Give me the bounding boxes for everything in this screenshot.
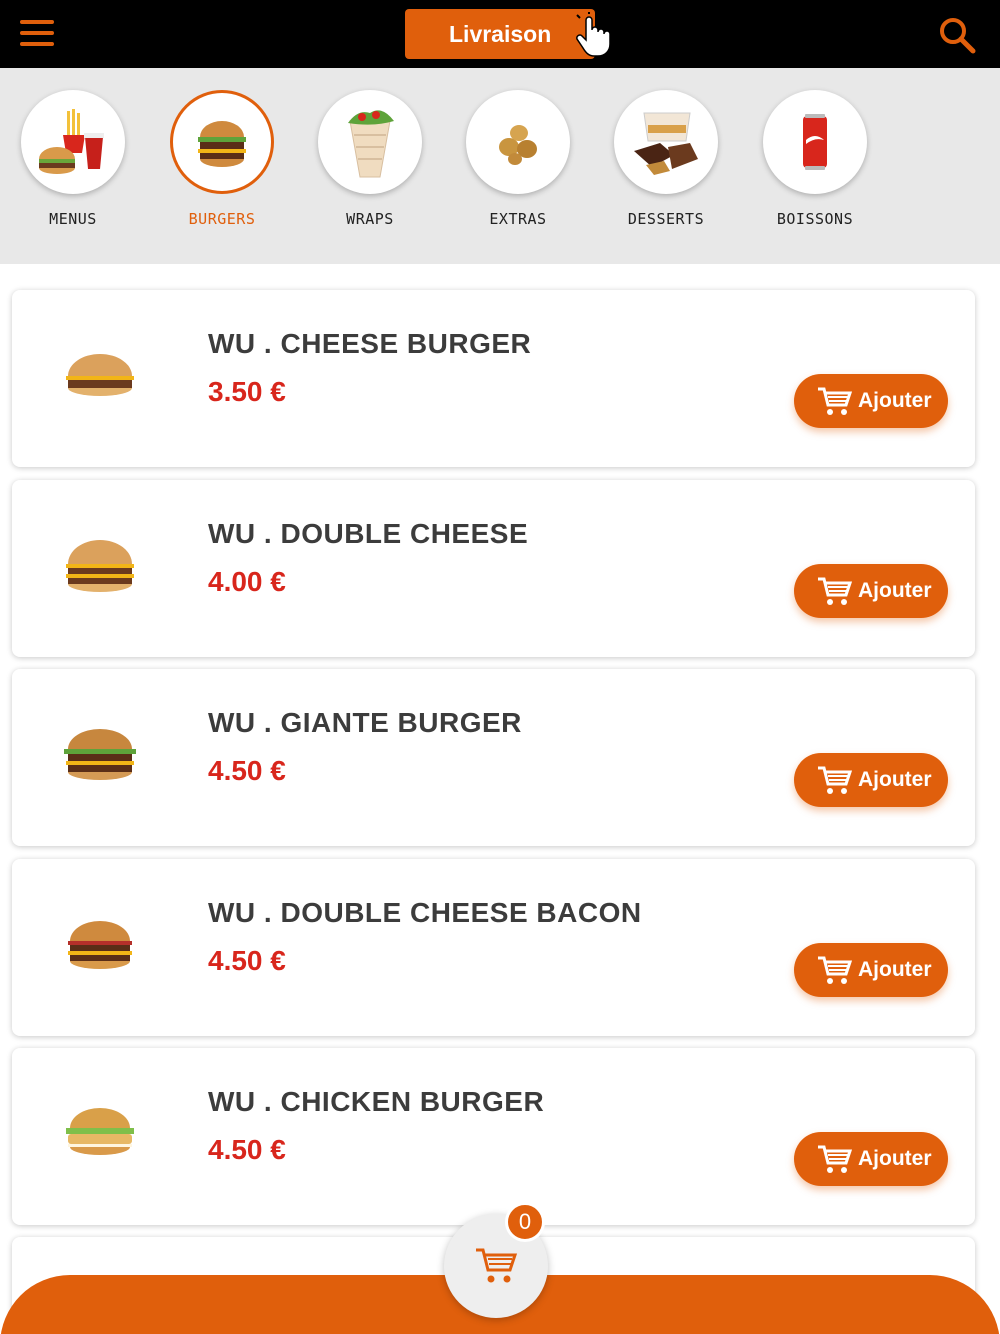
wrap-icon — [318, 90, 422, 194]
delivery-button-label: Livraison — [449, 20, 552, 47]
category-label: BURGERS — [188, 210, 256, 228]
shopping-cart-icon — [818, 577, 852, 605]
shopping-cart-icon — [818, 387, 852, 415]
search-icon[interactable] — [938, 16, 976, 54]
product-name: WU . CHICKEN BURGER — [208, 1086, 545, 1117]
product-name: WU . DOUBLE CHEESE — [208, 518, 529, 549]
hamburger-menu-icon[interactable] — [20, 20, 54, 46]
add-button-label: Ajouter — [858, 1147, 932, 1170]
category-wraps[interactable]: WRAPS — [316, 90, 424, 228]
product-card: WU . CHEESE BURGER 3.50 € Ajouter — [12, 290, 975, 467]
shopping-cart-icon — [818, 1145, 852, 1173]
add-to-cart-button[interactable]: Ajouter — [794, 1132, 948, 1186]
category-label: BOISSONS — [776, 210, 854, 228]
shopping-cart-icon — [818, 956, 852, 984]
category-strip: MENUS BURGERS WRAPS EXTRAS DESSERTS BOIS… — [0, 68, 1000, 264]
category-desserts[interactable]: DESSERTS — [612, 90, 720, 228]
double-cheese-bacon-image — [68, 921, 132, 969]
product-price: 4.50 € — [208, 945, 286, 976]
product-name: WU . CHEESE BURGER — [208, 328, 532, 359]
product-card: WU . GIANTE BURGER 4.50 € Ajouter — [12, 669, 975, 846]
delivery-button[interactable]: Livraison — [405, 9, 595, 59]
product-card: WU . DOUBLE CHEESE BACON 4.50 € Ajouter — [12, 859, 975, 1036]
double-cheese-burger-image — [66, 540, 134, 592]
menu-combo-icon — [21, 90, 125, 194]
nuggets-icon — [466, 90, 570, 194]
shopping-cart-icon — [476, 1248, 518, 1283]
add-to-cart-button[interactable]: Ajouter — [794, 564, 948, 618]
burger-icon — [170, 90, 274, 194]
category-extras[interactable]: EXTRAS — [464, 90, 572, 228]
add-to-cart-button[interactable]: Ajouter — [794, 753, 948, 807]
dessert-icon — [614, 90, 718, 194]
add-to-cart-button[interactable]: Ajouter — [794, 943, 948, 997]
product-name: WU . GIANTE BURGER — [208, 707, 522, 738]
category-boissons[interactable]: BOISSONS — [761, 90, 869, 228]
product-price: 4.50 € — [208, 755, 286, 786]
category-label: EXTRAS — [489, 210, 547, 228]
product-price: 4.50 € — [208, 1134, 286, 1165]
add-button-label: Ajouter — [858, 958, 932, 981]
product-card: WU . DOUBLE CHEESE 4.00 € Ajouter — [12, 480, 975, 657]
soda-can-icon — [763, 90, 867, 194]
category-burgers[interactable]: BURGERS — [168, 90, 276, 228]
product-name: WU . DOUBLE CHEESE BACON — [208, 897, 642, 928]
cart-count-badge: 0 — [505, 1202, 545, 1242]
category-label: WRAPS — [346, 210, 394, 228]
add-button-label: Ajouter — [858, 768, 932, 791]
pointer-hand-icon — [576, 12, 611, 57]
chicken-burger-image — [66, 1108, 134, 1155]
category-label: DESSERTS — [627, 210, 705, 228]
shopping-cart-icon — [818, 766, 852, 794]
cheese-burger-image — [66, 354, 134, 396]
category-menus[interactable]: MENUS — [19, 90, 127, 228]
add-button-label: Ajouter — [858, 389, 932, 412]
product-card: WU . CHICKEN BURGER 4.50 € Ajouter — [12, 1048, 975, 1225]
category-label: MENUS — [49, 210, 97, 228]
giant-burger-image — [64, 729, 136, 780]
add-button-label: Ajouter — [858, 579, 932, 602]
product-price: 4.00 € — [208, 566, 286, 597]
add-to-cart-button[interactable]: Ajouter — [794, 374, 948, 428]
product-price: 3.50 € — [208, 376, 286, 407]
top-bar: Livraison — [0, 0, 1000, 68]
